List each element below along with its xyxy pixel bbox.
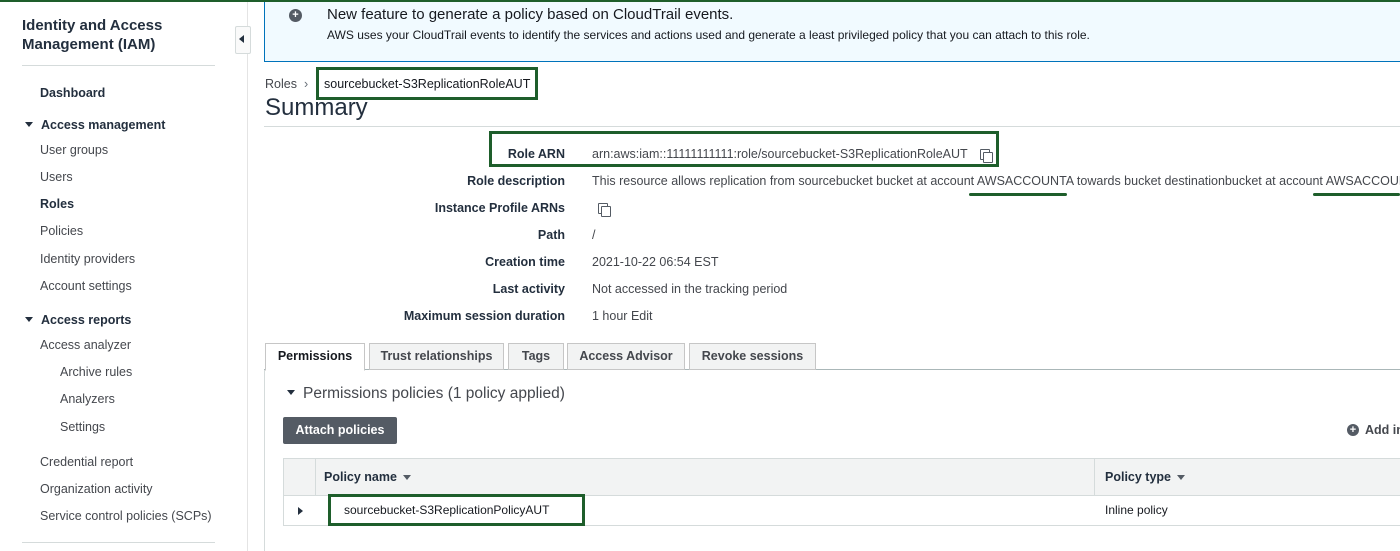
highlight-box-policy-name — [328, 494, 585, 526]
column-divider — [315, 459, 316, 495]
sidebar-item-user-groups[interactable]: User groups — [40, 143, 108, 157]
underline-account-a — [969, 193, 1067, 196]
add-inline-label: Add inline policy — [1365, 423, 1400, 437]
chevron-down-icon — [287, 390, 295, 396]
underline-account-b — [1313, 193, 1400, 196]
copy-icon[interactable] — [597, 202, 611, 217]
plus-circle-icon: + — [1347, 423, 1359, 436]
sidebar-item-account-settings[interactable]: Account settings — [40, 279, 132, 293]
account-b-text: AWSACCOUNTB — [1325, 174, 1400, 188]
last-activity-label: Last activity — [492, 282, 565, 296]
column-label: Policy type — [1105, 470, 1171, 484]
table-header: Policy name Policy type — [284, 459, 1400, 496]
policy-type-cell: Inline policy — [1105, 503, 1168, 517]
sidebar: Identity and Access Management (IAM) Das… — [0, 2, 248, 551]
sidebar-section-access-reports[interactable]: Access reports — [25, 313, 131, 327]
highlight-box-role-arn — [489, 131, 999, 167]
edit-link[interactable]: Edit — [631, 309, 653, 323]
sidebar-item-identity-providers[interactable]: Identity providers — [40, 252, 135, 266]
column-header-policy-name[interactable]: Policy name — [324, 459, 411, 495]
column-header-policy-type[interactable]: Policy type — [1105, 459, 1185, 495]
attach-policies-button[interactable]: Attach policies — [283, 417, 397, 444]
sidebar-item-access-analyzer[interactable]: Access analyzer — [40, 338, 131, 352]
sidebar-section-access-management[interactable]: Access management — [25, 118, 165, 132]
role-description-label: Role description — [467, 174, 565, 188]
plus-circle-icon: + — [289, 9, 302, 22]
instance-profile-label: Instance Profile ARNs — [434, 201, 565, 215]
title-divider — [264, 126, 1400, 127]
tab-access-advisor[interactable]: Access Advisor — [567, 343, 685, 370]
sidebar-item-dashboard[interactable]: Dashboard — [40, 86, 105, 100]
permissions-policies-heading[interactable]: Permissions policies (1 policy applied) — [287, 385, 565, 403]
instance-profile-value — [597, 201, 611, 217]
sidebar-divider — [22, 65, 215, 66]
banner-text: AWS uses your CloudTrail events to ident… — [327, 28, 1090, 42]
sidebar-divider — [22, 542, 215, 543]
sort-down-icon — [402, 475, 411, 481]
sidebar-item-organization-activity[interactable]: Organization activity — [40, 482, 153, 496]
role-description-text: This resource allows replication from so… — [592, 174, 977, 188]
max-session-value: 1 hour Edit — [592, 309, 652, 323]
breadcrumb-separator: › — [304, 77, 309, 91]
column-divider — [1094, 459, 1095, 495]
role-description-text: towards bucket destinationbucket at acco… — [1073, 174, 1326, 188]
permissions-heading-text: Permissions policies (1 policy applied) — [303, 385, 565, 402]
tab-revoke-sessions[interactable]: Revoke sessions — [689, 343, 816, 370]
sidebar-collapse-button[interactable] — [235, 26, 251, 54]
creation-time-label: Creation time — [485, 255, 565, 269]
sidebar-title: Identity and Access Management (IAM) — [22, 17, 163, 53]
page-title: Summary — [265, 94, 368, 121]
add-inline-policy-link[interactable]: + Add inline policy — [1347, 423, 1400, 437]
sidebar-item-credential-report[interactable]: Credential report — [40, 455, 133, 469]
role-description-value: This resource allows replication from so… — [592, 174, 1400, 188]
chevron-down-icon — [25, 317, 33, 323]
sidebar-item-roles[interactable]: Roles — [40, 197, 74, 211]
path-value: / — [592, 228, 596, 242]
sidebar-item-archive-rules[interactable]: Archive rules — [60, 365, 132, 379]
sidebar-item-analyzer-settings[interactable]: Settings — [60, 420, 105, 434]
expand-row-icon[interactable] — [298, 507, 303, 515]
column-label: Policy name — [324, 470, 397, 484]
max-session-text: 1 hour — [592, 309, 628, 323]
tab-permissions[interactable]: Permissions — [265, 343, 365, 371]
path-label: Path — [537, 228, 565, 242]
sort-down-icon — [1177, 475, 1185, 481]
tab-tags[interactable]: Tags — [508, 343, 564, 370]
chevron-down-icon — [25, 122, 33, 128]
sidebar-item-scps[interactable]: Service control policies (SCPs) — [40, 509, 212, 523]
max-session-label: Maximum session duration — [403, 309, 565, 323]
sidebar-item-policies[interactable]: Policies — [40, 224, 83, 238]
sidebar-item-analyzers[interactable]: Analyzers — [60, 392, 115, 406]
info-banner: + New feature to generate a policy based… — [264, 2, 1400, 62]
breadcrumb-roles-link[interactable]: Roles — [265, 77, 297, 91]
sidebar-item-users[interactable]: Users — [40, 170, 73, 184]
creation-time-value: 2021-10-22 06:54 EST — [592, 255, 719, 269]
tab-trust-relationships[interactable]: Trust relationships — [369, 343, 504, 370]
banner-title: New feature to generate a policy based o… — [327, 6, 734, 23]
sidebar-section-label: Access management — [41, 118, 166, 132]
account-a-text: AWSACCOUNTA — [976, 174, 1074, 188]
last-activity-value: Not accessed in the tracking period — [592, 282, 788, 296]
sidebar-section-label: Access reports — [41, 313, 132, 327]
